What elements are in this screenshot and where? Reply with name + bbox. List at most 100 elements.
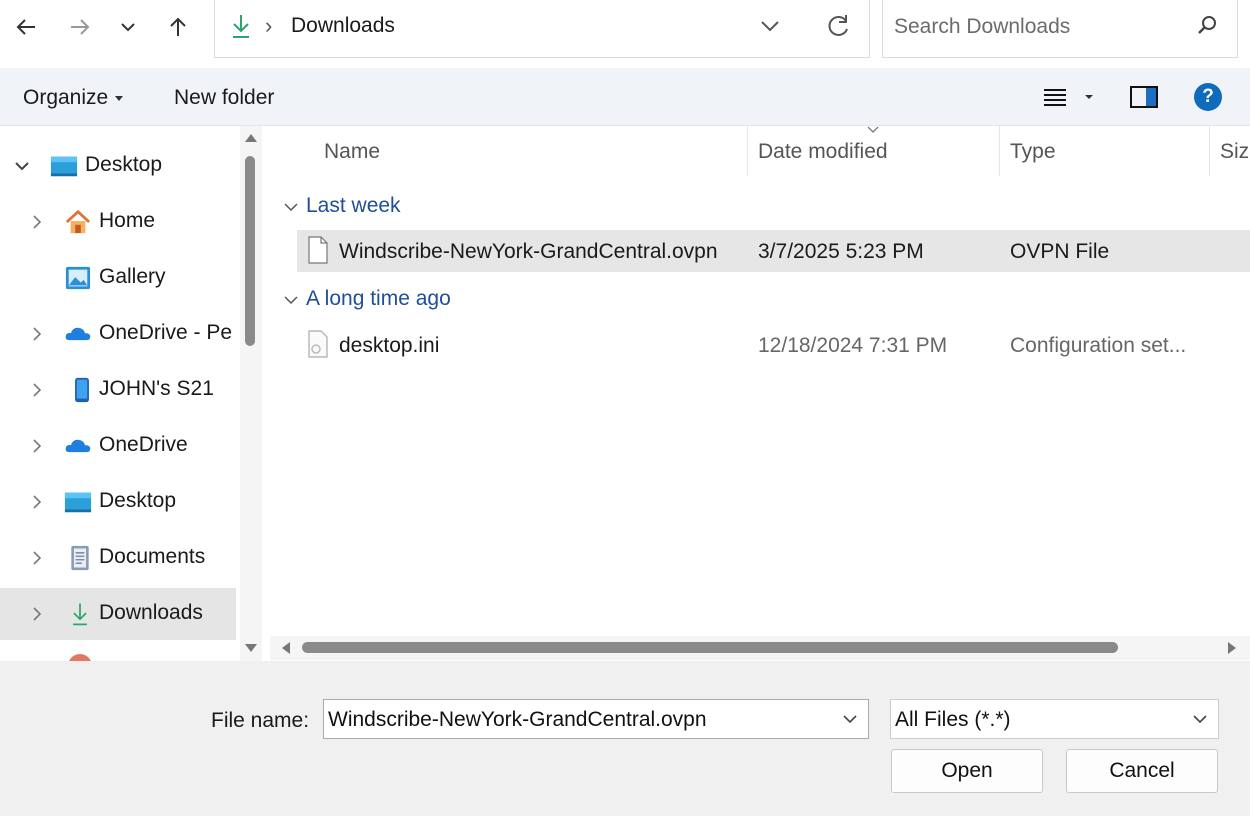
- gallery-icon: [65, 266, 91, 290]
- chevron-expanded-icon[interactable]: [14, 158, 30, 174]
- refresh-icon[interactable]: [824, 12, 852, 42]
- dialog-footer: File name: All Files (*.*) Open Cancel: [0, 661, 1250, 816]
- chevron-right-icon[interactable]: [30, 382, 44, 398]
- sidebar-item-label: Downloads: [99, 601, 203, 624]
- file-name-combobox[interactable]: [323, 699, 869, 739]
- address-toolbar: › Downloads: [0, 0, 1250, 68]
- group-header-a-long-time-ago[interactable]: A long time ago: [284, 287, 451, 311]
- downloads-icon: [233, 15, 249, 38]
- settings-file-icon: [308, 330, 328, 358]
- scroll-thumb[interactable]: [302, 642, 1118, 653]
- sidebar-item-phone[interactable]: JOHN's S21: [0, 364, 236, 416]
- chevron-right-icon[interactable]: [30, 494, 44, 510]
- phone-icon: [75, 377, 89, 403]
- caret-down-icon: [115, 95, 124, 101]
- breadcrumb-downloads[interactable]: Downloads: [291, 14, 395, 38]
- sidebar-item-onedrive[interactable]: OneDrive: [0, 420, 236, 472]
- file-date: 12/18/2024 7:31 PM: [758, 334, 948, 357]
- chevron-right-icon[interactable]: [30, 550, 44, 566]
- change-view-button[interactable]: [1040, 84, 1100, 112]
- scroll-right-arrow-icon[interactable]: [1228, 642, 1236, 654]
- file-name-input[interactable]: [328, 706, 828, 734]
- sidebar-item-label: OneDrive - Pe: [99, 321, 233, 344]
- preview-pane-icon: [1146, 88, 1156, 106]
- search-box[interactable]: [882, 0, 1238, 58]
- sidebar-item-desktop-2[interactable]: Desktop: [0, 476, 236, 528]
- scroll-thumb[interactable]: [245, 156, 255, 346]
- group-label: A long time ago: [306, 287, 451, 310]
- organize-label: Organize: [23, 86, 109, 109]
- file-name: Windscribe-NewYork-GrandCentral.ovpn: [339, 240, 718, 263]
- navigation-scrollbar[interactable]: [240, 126, 262, 661]
- column-header-size[interactable]: Size: [1220, 140, 1250, 164]
- back-arrow-icon: [16, 19, 35, 35]
- recent-locations-button[interactable]: [110, 8, 146, 46]
- scroll-left-arrow-icon[interactable]: [282, 642, 290, 654]
- up-button[interactable]: [160, 8, 196, 46]
- column-divider[interactable]: [999, 126, 1000, 176]
- sidebar-item-label: Home: [99, 209, 156, 232]
- chevron-right-icon[interactable]: [30, 326, 44, 342]
- up-arrow-icon: [170, 17, 186, 36]
- column-divider[interactable]: [747, 126, 748, 176]
- search-input[interactable]: [894, 13, 1184, 41]
- sidebar-item-label: JOHN's S21: [99, 377, 214, 400]
- onedrive-icon: [65, 439, 91, 453]
- onedrive-icon: [65, 327, 91, 341]
- address-bar[interactable]: › Downloads: [214, 0, 870, 58]
- sidebar-item-label: Documents: [99, 545, 206, 568]
- details-view-icon: [1044, 89, 1093, 106]
- horizontal-scrollbar[interactable]: [270, 636, 1250, 660]
- back-button[interactable]: [8, 8, 44, 46]
- file-row[interactable]: Windscribe-NewYork-GrandCentral.ovpn 3/7…: [297, 230, 1250, 272]
- sort-descending-icon: [867, 126, 879, 133]
- organize-button[interactable]: Organize: [23, 86, 124, 110]
- group-label: Last week: [306, 194, 401, 217]
- file-name: desktop.ini: [339, 334, 440, 357]
- file-icon: [308, 236, 328, 264]
- scroll-down-arrow-icon[interactable]: [245, 644, 257, 652]
- file-type: Configuration set...: [1010, 334, 1187, 357]
- file-name-label: File name:: [211, 709, 310, 732]
- cancel-button[interactable]: Cancel: [1066, 749, 1218, 793]
- file-row[interactable]: desktop.ini 12/18/2024 7:31 PM Configura…: [297, 324, 1250, 366]
- desktop-icon: [50, 156, 78, 177]
- file-type-select[interactable]: All Files (*.*): [890, 699, 1219, 739]
- sidebar-item-label: OneDrive: [99, 433, 188, 456]
- address-history-chevron-icon[interactable]: [759, 12, 781, 40]
- scroll-up-arrow-icon[interactable]: [245, 134, 257, 142]
- forward-arrow-icon: [71, 19, 90, 35]
- sidebar-item-home[interactable]: Home: [0, 196, 236, 248]
- sidebar-item-onedrive-personal[interactable]: OneDrive - Pe: [0, 308, 236, 360]
- preview-pane-button[interactable]: [1130, 86, 1158, 108]
- file-type-value: All Files (*.*): [895, 708, 1011, 731]
- downloads-icon: [73, 603, 87, 626]
- sidebar-item-desktop[interactable]: Desktop: [0, 140, 236, 192]
- chevron-down-icon: [284, 296, 298, 305]
- sidebar-item-label: Gallery: [99, 265, 166, 288]
- breadcrumb-separator-icon: ›: [265, 13, 273, 38]
- column-header-date-modified[interactable]: Date modified: [758, 140, 888, 164]
- navigation-pane: Desktop Home Gallery OneDrive - Pe JOHN'…: [0, 126, 262, 661]
- column-divider[interactable]: [1209, 126, 1210, 176]
- search-icon[interactable]: [1195, 14, 1219, 38]
- sidebar-item-documents[interactable]: Documents: [0, 532, 236, 584]
- chevron-right-icon[interactable]: [30, 606, 44, 622]
- documents-icon: [71, 545, 89, 571]
- sidebar-item-downloads[interactable]: Downloads: [0, 588, 236, 640]
- forward-button[interactable]: [62, 8, 98, 46]
- partially-visible-nav-icon: [69, 654, 91, 661]
- chevron-down-icon[interactable]: [842, 712, 858, 726]
- chevron-down-icon[interactable]: [1192, 712, 1208, 726]
- column-header-type[interactable]: Type: [1010, 140, 1056, 164]
- chevron-right-icon[interactable]: [30, 438, 44, 454]
- group-header-last-week[interactable]: Last week: [284, 194, 401, 218]
- open-button[interactable]: Open: [891, 749, 1043, 793]
- home-icon: [65, 209, 91, 234]
- chevron-down-icon: [121, 23, 135, 32]
- chevron-right-icon[interactable]: [30, 214, 44, 230]
- new-folder-button[interactable]: New folder: [174, 86, 274, 110]
- help-button[interactable]: ?: [1194, 83, 1222, 111]
- column-header-name[interactable]: Name: [324, 140, 380, 164]
- sidebar-item-gallery[interactable]: Gallery: [0, 252, 236, 304]
